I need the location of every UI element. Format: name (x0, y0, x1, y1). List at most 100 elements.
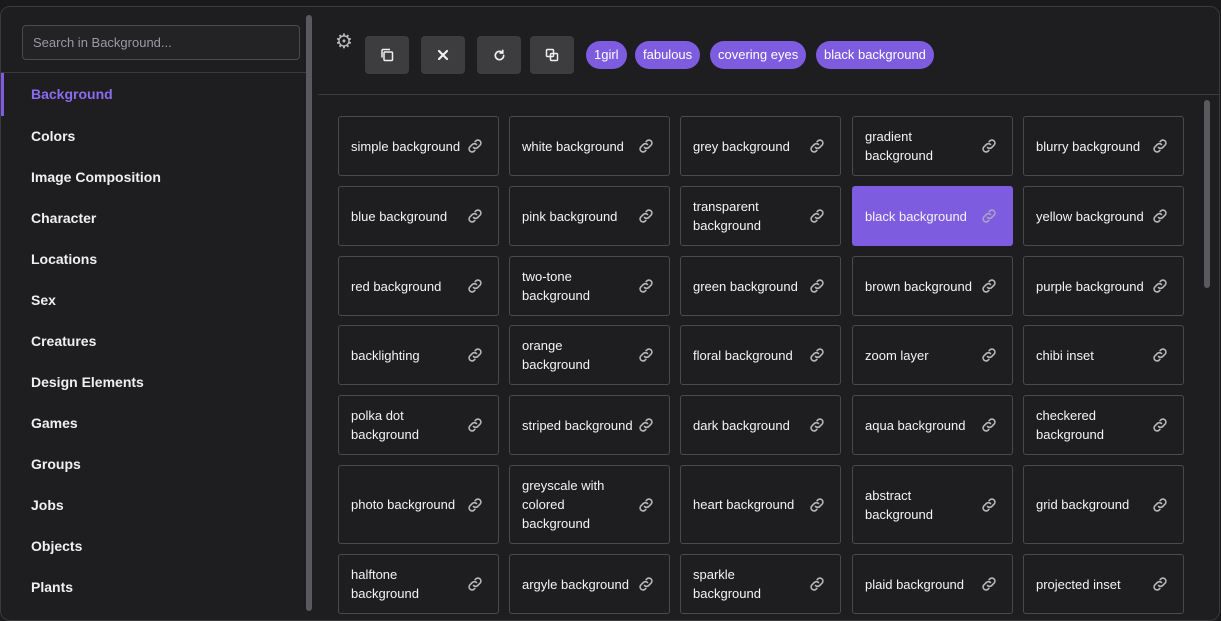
tag-card[interactable]: simple background (338, 116, 499, 176)
tag-chip[interactable]: 1girl (586, 41, 627, 69)
link-icon[interactable] (637, 137, 655, 155)
sidebar-item-character[interactable]: Character (1, 198, 306, 239)
tag-grid: simple background white background grey ba… (318, 95, 1219, 620)
sidebar-item-colors[interactable]: Colors (1, 116, 306, 157)
sidebar-item-background[interactable]: Background (1, 73, 306, 116)
tag-card[interactable]: zoom layer (852, 325, 1013, 385)
link-icon[interactable] (466, 496, 484, 514)
sidebar-item-creatures[interactable]: Creatures (1, 321, 306, 362)
link-icon[interactable] (637, 496, 655, 514)
link-icon[interactable] (466, 346, 484, 364)
sidebar-item-design-elements[interactable]: Design Elements (1, 362, 306, 403)
link-icon[interactable] (637, 346, 655, 364)
link-icon[interactable] (637, 277, 655, 295)
link-icon[interactable] (980, 346, 998, 364)
link-icon[interactable] (637, 575, 655, 593)
link-icon[interactable] (1151, 416, 1169, 434)
link-icon[interactable] (808, 207, 826, 225)
tag-card[interactable]: transparent background (680, 186, 841, 246)
sidebar-item-locations[interactable]: Locations (1, 239, 306, 280)
search-input[interactable] (22, 25, 300, 60)
tag-card[interactable]: red background (338, 256, 499, 316)
link-icon[interactable] (1151, 575, 1169, 593)
sidebar-item-objects[interactable]: Objects (1, 526, 306, 567)
tag-card[interactable]: chibi inset (1023, 325, 1184, 385)
tag-card[interactable]: projected inset (1023, 554, 1184, 614)
tag-card[interactable]: photo background (338, 465, 499, 544)
sidebar-item-jobs[interactable]: Jobs (1, 485, 306, 526)
link-icon[interactable] (1151, 277, 1169, 295)
tag-chip[interactable]: covering eyes (710, 41, 807, 69)
tag-card[interactable]: orange background (509, 325, 670, 385)
link-icon[interactable] (466, 277, 484, 295)
sidebar-item-plants[interactable]: Plants (1, 567, 306, 608)
tag-card[interactable]: plaid background (852, 554, 1013, 614)
link-icon[interactable] (980, 277, 998, 295)
tag-card[interactable]: brown background (852, 256, 1013, 316)
tag-card[interactable]: black background (852, 186, 1013, 246)
tag-card[interactable]: backlighting (338, 325, 499, 385)
link-icon[interactable] (808, 496, 826, 514)
link-icon[interactable] (637, 207, 655, 225)
link-icon[interactable] (466, 207, 484, 225)
link-icon[interactable] (637, 416, 655, 434)
tag-card[interactable]: greyscale with colored background (509, 465, 670, 544)
sidebar-item-sex[interactable]: Sex (1, 280, 306, 321)
gear-icon[interactable]: ⚙ (333, 31, 355, 53)
category-nav: Background Colors Image Composition Charact… (1, 73, 306, 608)
tag-card[interactable]: blurry background (1023, 116, 1184, 176)
tag-card[interactable]: yellow background (1023, 186, 1184, 246)
tag-card[interactable]: blue background (338, 186, 499, 246)
link-icon[interactable] (980, 137, 998, 155)
refresh-button[interactable] (477, 36, 521, 74)
tag-card[interactable]: heart background (680, 465, 841, 544)
link-icon[interactable] (808, 575, 826, 593)
copy-button[interactable] (365, 36, 409, 74)
duplicate-button[interactable] (530, 36, 574, 74)
link-icon[interactable] (466, 575, 484, 593)
tag-card[interactable]: pink background (509, 186, 670, 246)
tag-chip[interactable]: fabulous (635, 41, 701, 69)
link-icon[interactable] (466, 416, 484, 434)
tag-card[interactable]: grid background (1023, 465, 1184, 544)
link-icon[interactable] (980, 496, 998, 514)
sidebar-scrollbar[interactable] (306, 15, 312, 611)
link-icon[interactable] (1151, 496, 1169, 514)
tag-card[interactable]: polka dot background (338, 395, 499, 455)
link-icon[interactable] (466, 137, 484, 155)
clear-button[interactable] (421, 36, 465, 74)
link-icon[interactable] (980, 207, 998, 225)
tag-card[interactable]: gradient background (852, 116, 1013, 176)
tag-card[interactable]: argyle background (509, 554, 670, 614)
tag-card[interactable]: two-tone background (509, 256, 670, 316)
sidebar-item-image-composition[interactable]: Image Composition (1, 157, 306, 198)
link-icon[interactable] (808, 137, 826, 155)
tag-card[interactable]: dark background (680, 395, 841, 455)
link-icon[interactable] (808, 346, 826, 364)
grid-scrollbar[interactable] (1204, 100, 1210, 288)
sidebar-item-games[interactable]: Games (1, 403, 306, 444)
link-icon[interactable] (1151, 346, 1169, 364)
app-window: BackgroundColorsImage CompositionCharact… (0, 6, 1220, 621)
link-icon[interactable] (1151, 207, 1169, 225)
tag-card[interactable]: green background (680, 256, 841, 316)
tag-card[interactable]: floral background (680, 325, 841, 385)
tag-chip[interactable]: black background (816, 41, 934, 69)
link-icon[interactable] (808, 277, 826, 295)
toolbar: ⚙ 1girl fabulous covering eyes black bac… (318, 7, 1219, 95)
link-icon[interactable] (1151, 137, 1169, 155)
tag-card[interactable]: purple background (1023, 256, 1184, 316)
link-icon[interactable] (980, 575, 998, 593)
tag-card[interactable]: grey background (680, 116, 841, 176)
tag-card[interactable]: striped background (509, 395, 670, 455)
tag-card[interactable]: sparkle background (680, 554, 841, 614)
tag-card[interactable]: halftone background (338, 554, 499, 614)
link-icon[interactable] (808, 416, 826, 434)
tag-card[interactable]: abstract background (852, 465, 1013, 544)
tag-card[interactable]: checkered background (1023, 395, 1184, 455)
sidebar-item-groups[interactable]: Groups (1, 444, 306, 485)
duplicate-icon (545, 48, 559, 62)
tag-card[interactable]: white background (509, 116, 670, 176)
link-icon[interactable] (980, 416, 998, 434)
tag-card[interactable]: aqua background (852, 395, 1013, 455)
